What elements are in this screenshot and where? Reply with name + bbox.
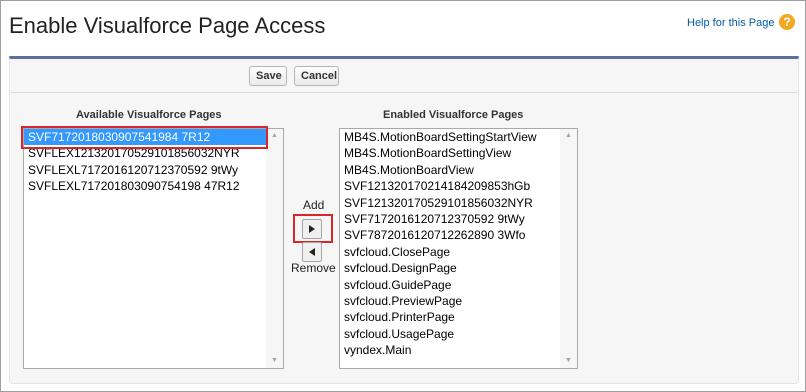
scroll-down-icon[interactable]: ▼ xyxy=(560,354,577,368)
enabled-list-option[interactable]: svfcloud.GuidePage xyxy=(340,277,577,293)
add-button[interactable] xyxy=(302,219,322,239)
enabled-list-option[interactable]: SVF121320170529101856032NYR xyxy=(340,195,577,211)
enabled-list-option[interactable]: MB4S.MotionBoardSettingStartView xyxy=(340,129,577,145)
enabled-list-option[interactable]: SVF7172016120712370592 9tWy xyxy=(340,211,577,227)
available-list-option[interactable]: SVFLEX121320170529101856032NYR xyxy=(24,145,283,161)
triangle-right-icon xyxy=(309,225,315,233)
available-scrollbar[interactable]: ▲ ▼ xyxy=(266,129,283,368)
button-bar: Save Cancel xyxy=(10,59,798,93)
available-header: Available Visualforce Pages xyxy=(76,109,222,121)
remove-label: Remove xyxy=(291,261,336,275)
remove-button[interactable] xyxy=(302,242,322,262)
cancel-button[interactable]: Cancel xyxy=(294,66,339,86)
available-list[interactable]: SVF7172018030907541984 7R12 SVFLEX1213201… xyxy=(23,128,284,369)
enabled-scrollbar[interactable]: ▲ ▼ xyxy=(560,129,577,368)
scroll-up-icon[interactable]: ▲ xyxy=(266,129,283,143)
help-icon[interactable]: ? xyxy=(779,14,795,30)
enabled-header: Enabled Visualforce Pages xyxy=(383,109,524,121)
settings-panel: Save Cancel Available Visualforce Pages … xyxy=(9,56,799,384)
enabled-list-option[interactable]: svfcloud.DesignPage xyxy=(340,260,577,276)
scroll-down-icon[interactable]: ▼ xyxy=(266,354,283,368)
enabled-list-option[interactable]: svfcloud.PrinterPage xyxy=(340,309,577,325)
page-title: Enable Visualforce Page Access xyxy=(9,13,326,38)
enabled-list-option[interactable]: svfcloud.ClosePage xyxy=(340,244,577,260)
available-list-option[interactable]: SVFLEXL717201803090754198 47R12 xyxy=(24,178,283,194)
enabled-list-option[interactable]: SVF7872016120712262890 3Wfo xyxy=(340,227,577,243)
enabled-list-option[interactable]: MB4S.MotionBoardView xyxy=(340,162,577,178)
available-list-option[interactable]: SVF7172018030907541984 7R12 xyxy=(24,129,283,146)
triangle-left-icon xyxy=(309,248,315,256)
enabled-list-option[interactable]: SVF121320170214184209853hGb xyxy=(340,178,577,194)
add-label: Add xyxy=(303,198,325,212)
help-link[interactable]: Help for this Page xyxy=(687,17,774,29)
save-button[interactable]: Save xyxy=(249,66,287,86)
window-frame: Enable Visualforce Page Access Help for … xyxy=(0,0,806,392)
enabled-list-option[interactable]: svfcloud.UsagePage xyxy=(340,326,577,342)
enabled-list[interactable]: MB4S.MotionBoardSettingStartView MB4S.Mot… xyxy=(339,128,578,369)
available-list-option[interactable]: SVFLEXL7172016120712370592 9tWy xyxy=(24,162,283,178)
enabled-list-option[interactable]: svfcloud.PreviewPage xyxy=(340,293,577,309)
enabled-list-option[interactable]: vyndex.Main xyxy=(340,342,577,358)
enabled-list-option[interactable]: MB4S.MotionBoardSettingView xyxy=(340,145,577,161)
scroll-up-icon[interactable]: ▲ xyxy=(560,129,577,143)
